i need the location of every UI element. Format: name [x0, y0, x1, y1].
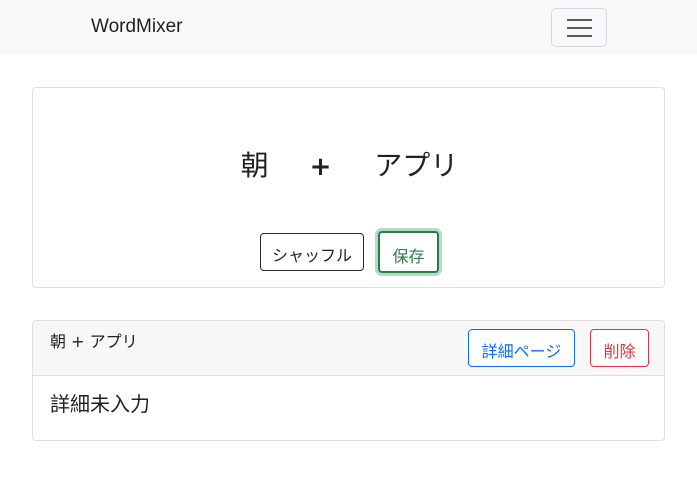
hamburger-icon-line [567, 35, 592, 37]
navbar-toggler-button[interactable] [551, 8, 607, 47]
hamburger-icon [567, 19, 592, 21]
saved-combination-title: 朝 + アプリ [50, 332, 138, 351]
brand-link[interactable]: WordMixer [91, 15, 183, 39]
save-button[interactable]: 保存 [378, 231, 439, 273]
saved-combination-detail: 詳細未入力 [50, 392, 150, 416]
hamburger-icon-line [567, 27, 592, 29]
navbar: WordMixer [0, 0, 697, 55]
shuffle-button[interactable]: シャッフル [260, 233, 364, 271]
mixer-card: 朝 + アプリ シャッフル 保存 [32, 87, 665, 288]
delete-button[interactable]: 削除 [590, 329, 649, 367]
first-word: 朝 [240, 149, 269, 182]
saved-combination-card: 朝 + アプリ 詳細ページ 削除 詳細未入力 [32, 320, 665, 441]
word-combination: 朝 + アプリ [33, 148, 666, 185]
detail-page-button[interactable]: 詳細ページ [468, 329, 575, 367]
saved-card-header: 朝 + アプリ 詳細ページ 削除 [33, 321, 664, 376]
plus-sign: + [309, 152, 332, 182]
second-word: アプリ [374, 149, 459, 182]
